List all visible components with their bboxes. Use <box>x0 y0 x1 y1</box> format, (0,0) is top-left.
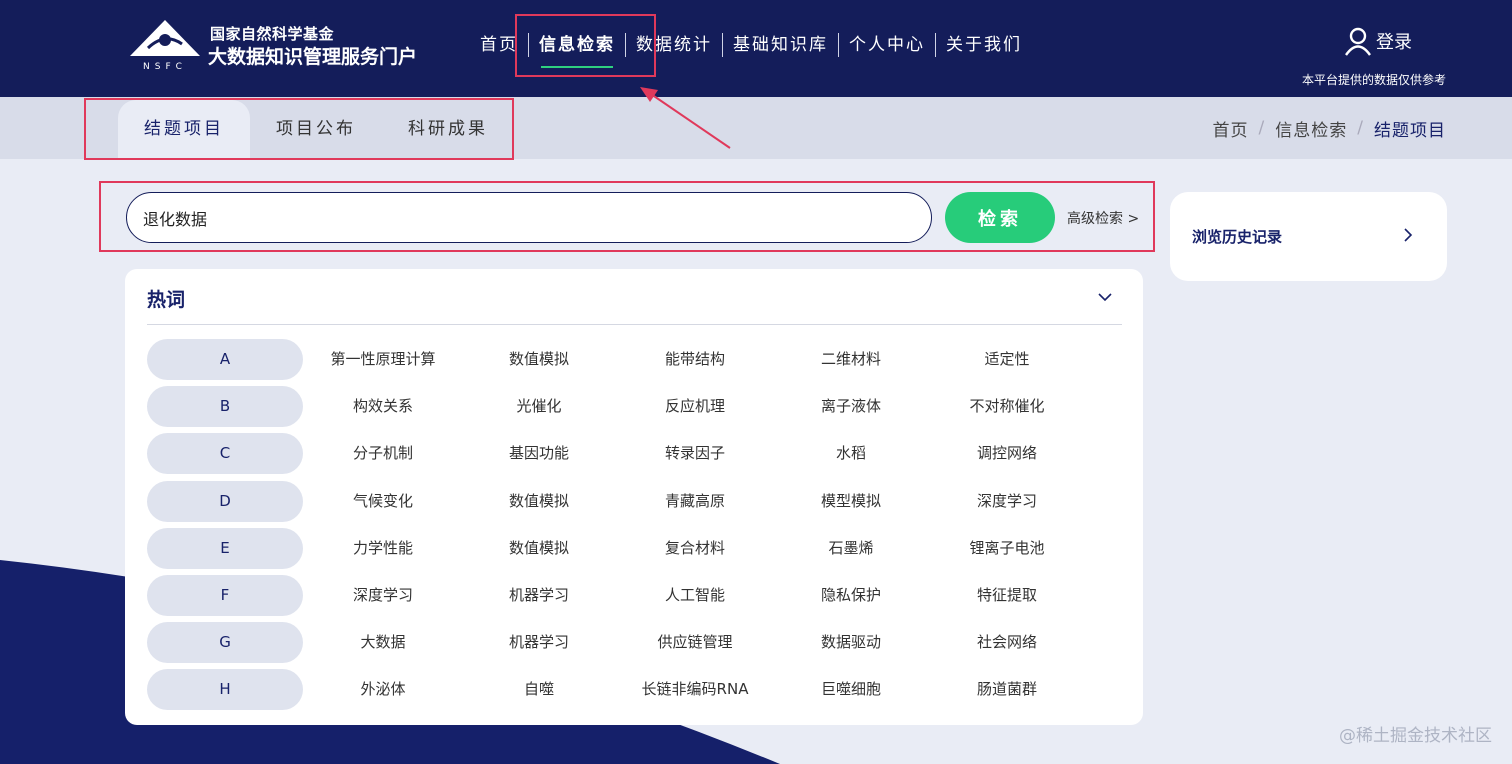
logo-title-line2: 大数据知识管理服务门户 <box>208 46 418 68</box>
logo-title-line1: 国家自然科学基金 <box>210 25 335 43</box>
hot-word-link[interactable]: 光催化 <box>461 386 617 427</box>
hot-word-link[interactable]: 气候变化 <box>305 481 461 522</box>
hot-word-link[interactable]: 社会网络 <box>929 622 1085 663</box>
letter-filter-button[interactable]: D <box>147 480 303 522</box>
hot-word-link[interactable]: 转录因子 <box>617 433 773 474</box>
hot-word-link[interactable]: 大数据 <box>305 622 461 663</box>
hot-word-link[interactable]: 长链非编码RNA <box>617 669 773 710</box>
hot-word-link[interactable]: 模型模拟 <box>773 481 929 522</box>
login-label: 登录 <box>1376 32 1412 53</box>
hot-word-link[interactable]: 青藏高原 <box>617 481 773 522</box>
nsfc-logo[interactable]: NSFC 国家自然科学基金 大数据知识管理服务门户 <box>128 18 428 74</box>
letter-filter-button[interactable]: C <box>147 433 303 475</box>
letter-filter-button[interactable]: B <box>147 386 303 428</box>
nav-home[interactable]: 首页 <box>470 28 528 62</box>
nav-statistics[interactable]: 数据统计 <box>626 28 722 62</box>
nav-about-us[interactable]: 关于我们 <box>936 28 1032 62</box>
hot-word-link[interactable]: 肠道菌群 <box>929 669 1085 710</box>
project-tabs: 结题项目 项目公布 科研成果 <box>118 100 514 159</box>
hot-word-link[interactable]: 外泌体 <box>305 669 461 710</box>
hot-word-link[interactable]: 供应链管理 <box>617 622 773 663</box>
data-notice: 本平台提供的数据仅供参考 <box>1301 73 1446 87</box>
breadcrumb-separator: / <box>1357 118 1364 138</box>
nav-personal-center[interactable]: 个人中心 <box>839 28 935 62</box>
breadcrumb-info-search[interactable]: 信息检索 <box>1275 116 1347 141</box>
hot-word-link[interactable]: 基因功能 <box>461 433 617 474</box>
hot-word-link[interactable]: 构效关系 <box>305 386 461 427</box>
logo-abbr: NSFC <box>143 62 187 72</box>
hot-word-link[interactable]: 二维材料 <box>773 339 929 380</box>
hot-word-link[interactable]: 离子液体 <box>773 386 929 427</box>
advanced-search-link[interactable]: 高级检索 > <box>1067 208 1139 228</box>
breadcrumb-separator: / <box>1258 118 1266 138</box>
hot-words-title: 热词 <box>147 289 186 311</box>
letter-filter-button[interactable]: A <box>147 339 303 380</box>
letter-filter-button[interactable]: E <box>147 527 303 569</box>
hot-word-link[interactable]: 复合材料 <box>617 528 773 569</box>
hot-word-link[interactable]: 水稻 <box>773 433 929 474</box>
letter-filter-button[interactable]: G <box>147 622 303 664</box>
hot-word-link[interactable]: 人工智能 <box>617 575 773 616</box>
breadcrumb-home[interactable]: 首页 <box>1213 116 1249 141</box>
hot-word-link[interactable]: 机器学习 <box>461 622 617 663</box>
hot-word-link[interactable]: 自噬 <box>461 669 617 710</box>
hot-word-link[interactable]: 巨噬细胞 <box>773 669 929 710</box>
hot-word-link[interactable]: 数据驱动 <box>773 622 929 663</box>
search-box <box>126 192 932 243</box>
user-area: 登录 本平台提供的数据仅供参考 <box>1246 26 1446 87</box>
divider <box>147 324 1122 325</box>
sub-header: 结题项目 项目公布 科研成果 首页 / 信息检索 / 结题项目 <box>0 97 1512 159</box>
tab-project-announcement[interactable]: 项目公布 <box>250 100 382 159</box>
chevron-right-icon <box>1404 228 1413 242</box>
hot-word-link[interactable]: 特征提取 <box>929 575 1085 616</box>
login-button[interactable]: 登录 <box>1344 26 1412 56</box>
browse-history-label: 浏览历史记录 <box>1192 228 1283 246</box>
hot-word-link[interactable]: 数值模拟 <box>461 481 617 522</box>
letter-filter-button[interactable]: H <box>147 669 303 711</box>
chevron-down-icon[interactable] <box>1097 289 1113 305</box>
hot-word-link[interactable]: 数值模拟 <box>461 528 617 569</box>
search-input[interactable] <box>143 205 903 231</box>
hot-word-link[interactable]: 力学性能 <box>305 528 461 569</box>
breadcrumb: 首页 / 信息检索 / 结题项目 <box>1213 97 1446 159</box>
tab-research-results[interactable]: 科研成果 <box>382 100 514 159</box>
letter-filter-button[interactable]: F <box>147 574 303 616</box>
user-icon <box>1345 27 1371 56</box>
hot-word-link[interactable]: 适定性 <box>929 339 1085 380</box>
hot-word-link[interactable]: 调控网络 <box>929 433 1085 474</box>
hot-word-link[interactable]: 隐私保护 <box>773 575 929 616</box>
hot-word-link[interactable]: 机器学习 <box>461 575 617 616</box>
hot-word-link[interactable]: 锂离子电池 <box>929 528 1085 569</box>
search-area: 检索 高级检索 > <box>99 181 1155 252</box>
main-nav: 首页 信息检索 数据统计 基础知识库 个人中心 关于我们 <box>470 28 1032 68</box>
hot-word-link[interactable]: 不对称催化 <box>929 386 1085 427</box>
hot-word-link[interactable]: 能带结构 <box>617 339 773 380</box>
hot-word-link[interactable]: 反应机理 <box>617 386 773 427</box>
watermark: @稀土掘金技术社区 <box>1339 726 1492 746</box>
breadcrumb-current: 结题项目 <box>1374 120 1446 141</box>
browse-history-card[interactable]: 浏览历史记录 <box>1170 192 1447 281</box>
hot-word-link[interactable]: 石墨烯 <box>773 528 929 569</box>
hot-word-link[interactable]: 深度学习 <box>929 481 1085 522</box>
search-button[interactable]: 检索 <box>945 192 1055 243</box>
hot-word-link[interactable]: 深度学习 <box>305 575 461 616</box>
hot-word-link[interactable]: 分子机制 <box>305 433 461 474</box>
hot-word-link[interactable]: 第一性原理计算 <box>305 339 461 380</box>
nav-info-search[interactable]: 信息检索 <box>529 28 625 68</box>
top-header: NSFC 国家自然科学基金 大数据知识管理服务门户 首页 信息检索 数据统计 基… <box>0 0 1512 97</box>
hot-word-link[interactable]: 数值模拟 <box>461 339 617 380</box>
tab-completed-projects[interactable]: 结题项目 <box>118 100 250 159</box>
nsfc-logo-icon: NSFC <box>130 20 200 72</box>
nav-knowledge-base[interactable]: 基础知识库 <box>723 28 838 62</box>
hot-words-panel: 热词 A 第一性原理计算 数值模拟 能带结构 二维材料 适定性 B 构效关系 光催化 反应机理 离子… <box>125 269 1143 725</box>
